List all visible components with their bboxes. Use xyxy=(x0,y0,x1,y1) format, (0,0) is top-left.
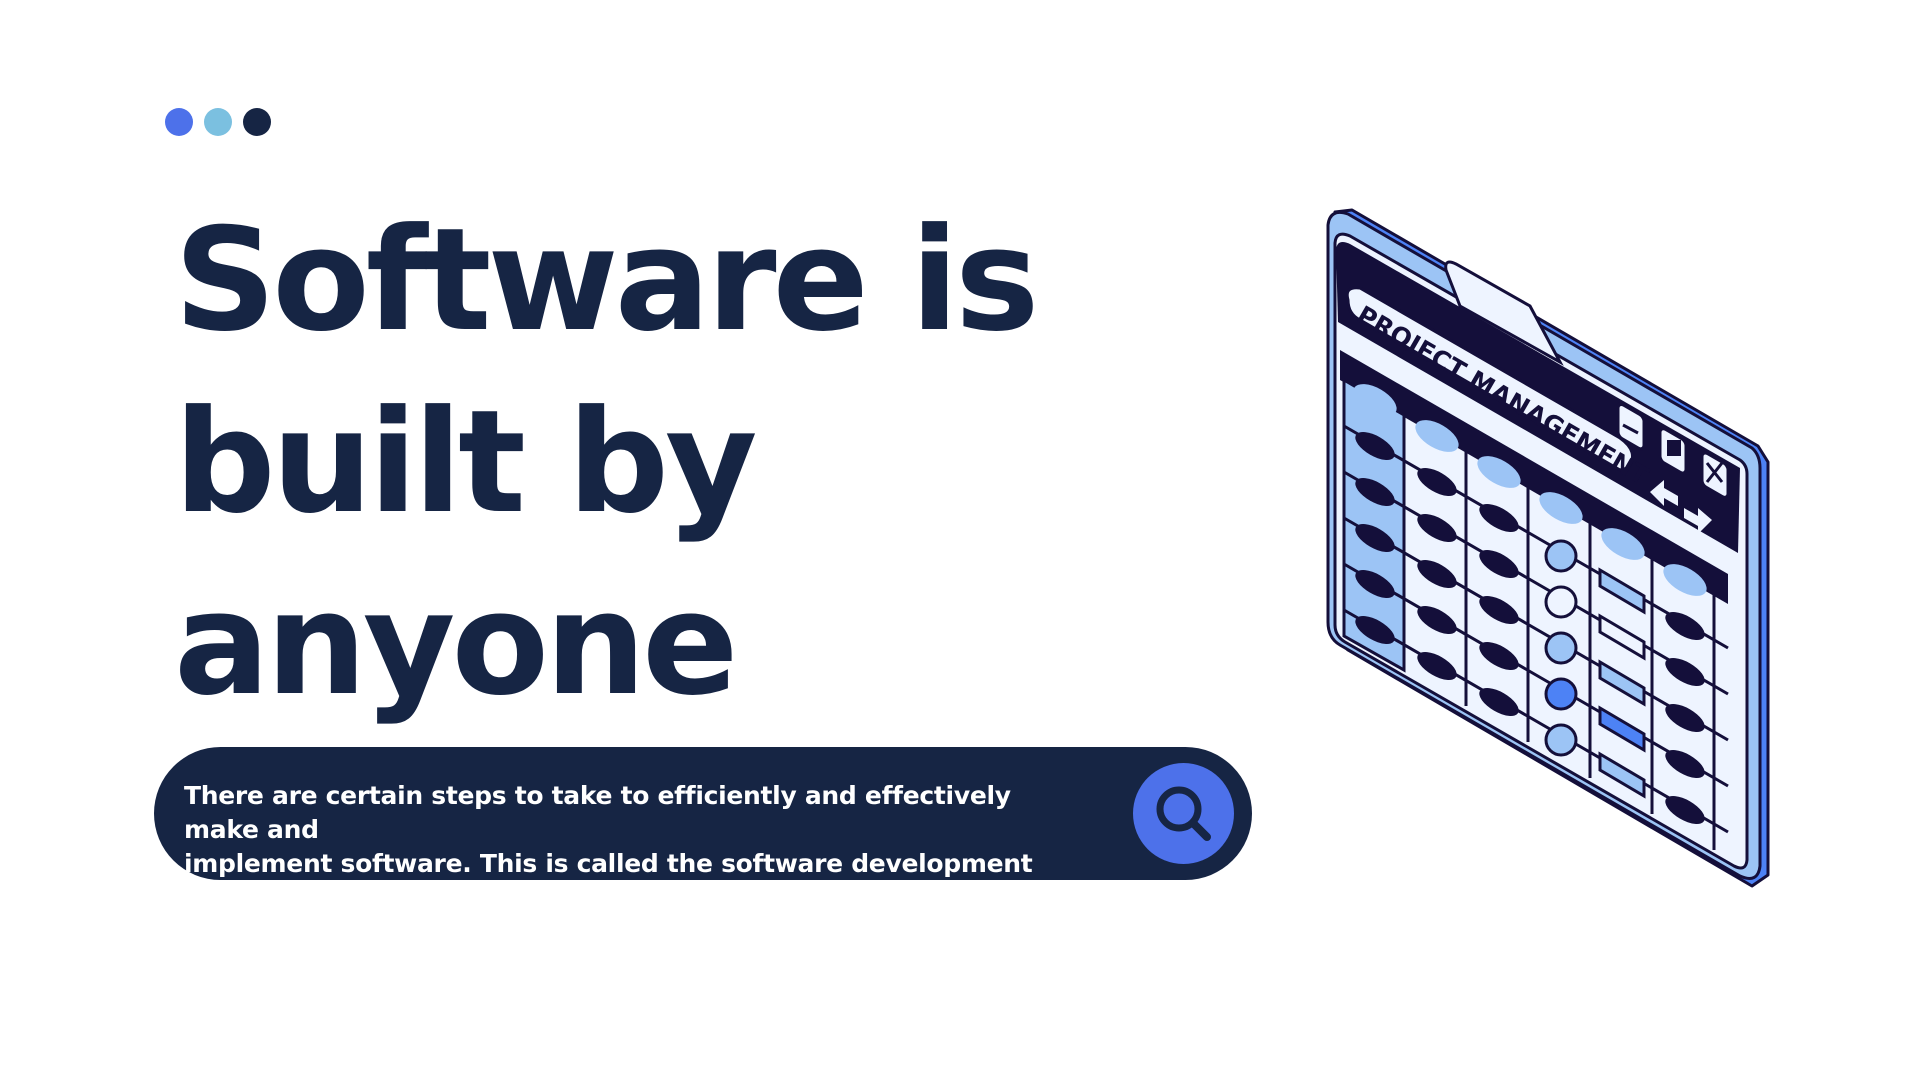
headline-line-1: Software is xyxy=(174,198,1039,363)
headline-line-3: anyone xyxy=(174,562,738,727)
headline-line-2: built by xyxy=(174,380,758,545)
dot-blue xyxy=(165,108,193,136)
description-line-2: implement software. This is called the s… xyxy=(184,849,1033,912)
description-text: There are certain steps to take to effic… xyxy=(184,779,1084,915)
description-line-1: There are certain steps to take to effic… xyxy=(184,781,1011,844)
headline: Software is built by anyone xyxy=(174,190,1174,736)
search-button[interactable] xyxy=(1133,763,1234,864)
dot-navy xyxy=(243,108,271,136)
decorative-dots xyxy=(165,108,271,136)
dot-light-blue xyxy=(204,108,232,136)
project-management-illustration: PROJECT MANAGEMENT xyxy=(1326,208,1770,888)
search-icon xyxy=(1156,786,1211,841)
description-pill: There are certain steps to take to effic… xyxy=(154,747,1252,912)
